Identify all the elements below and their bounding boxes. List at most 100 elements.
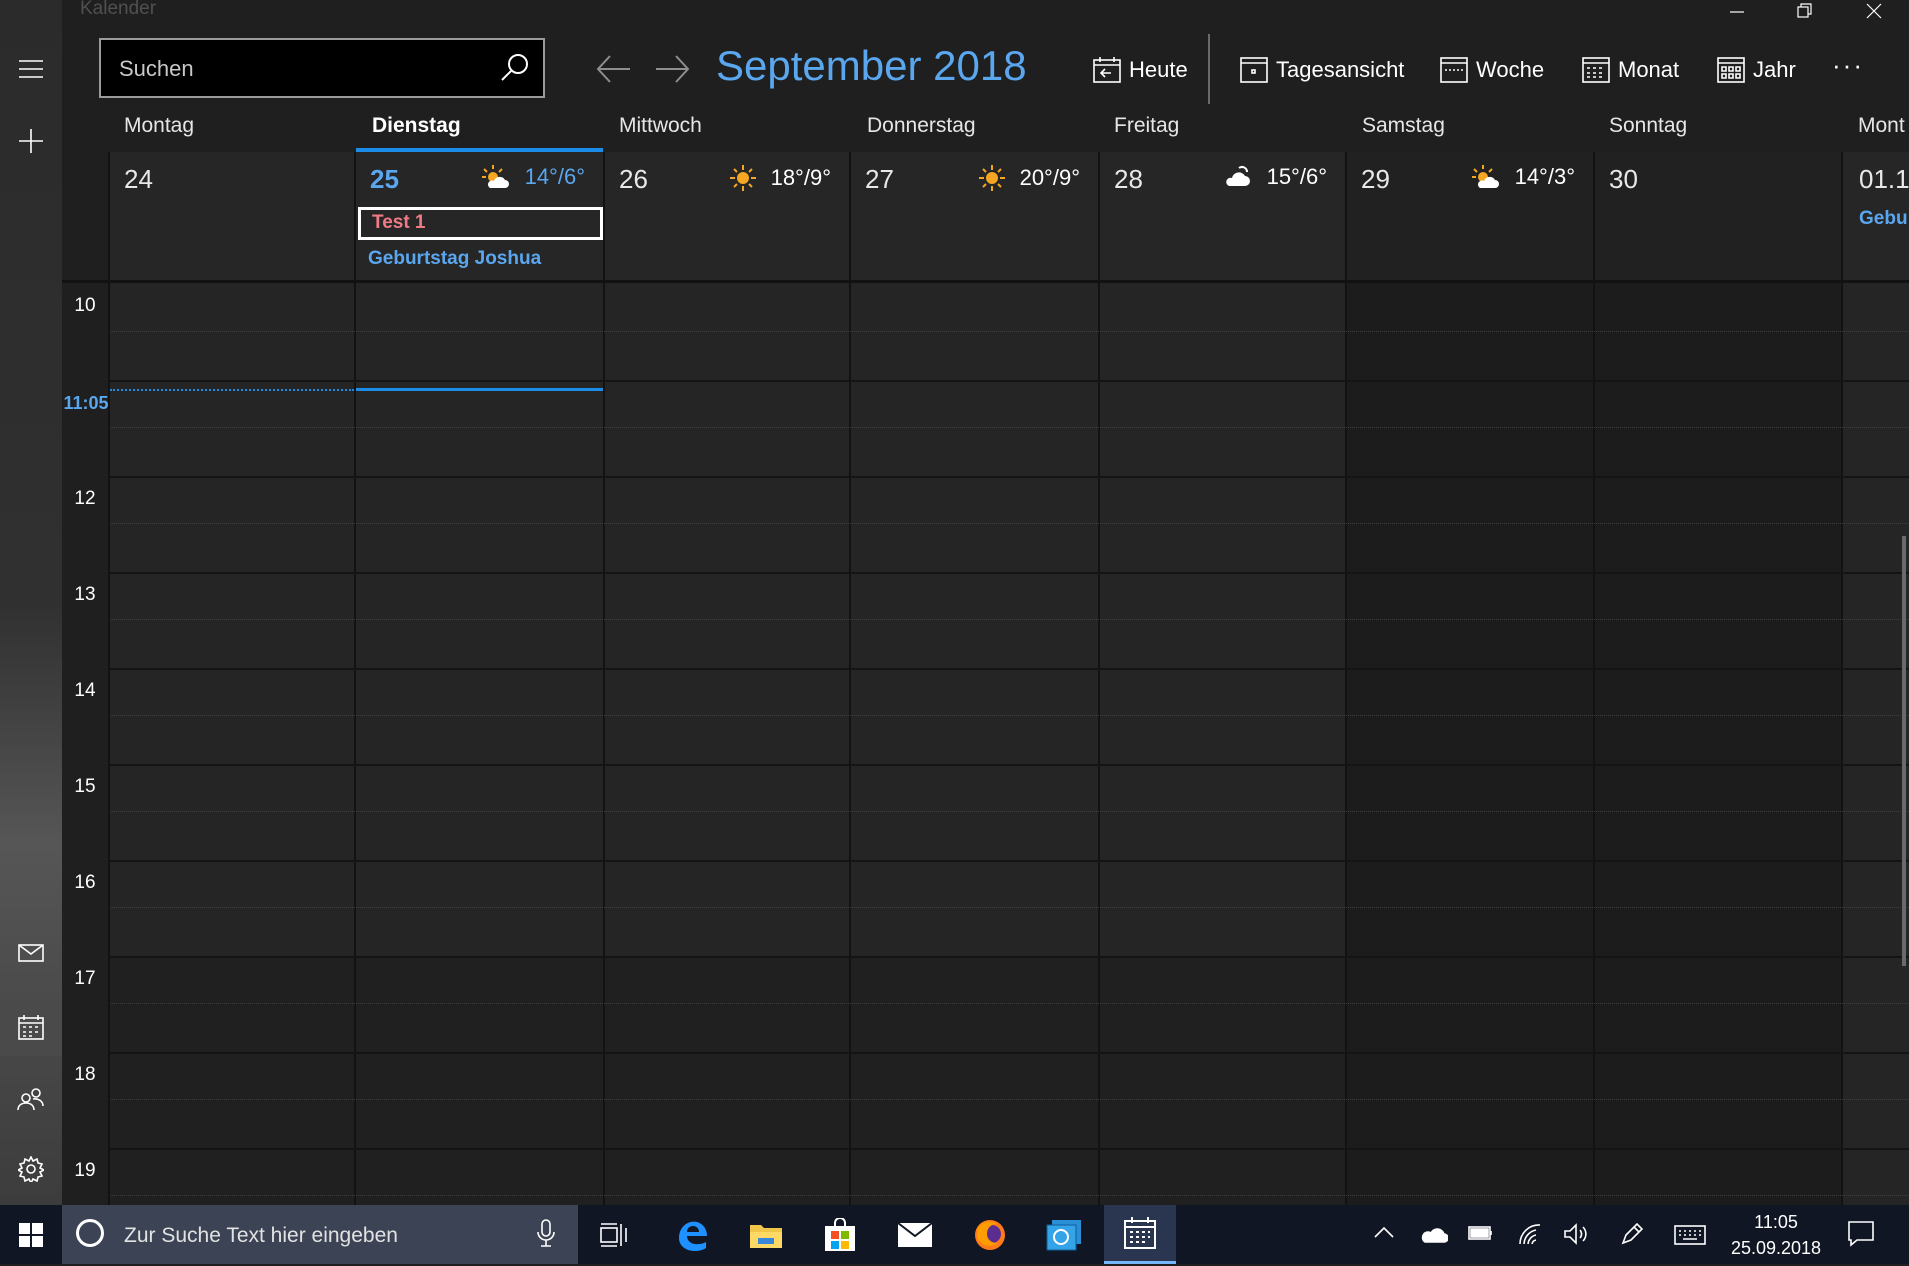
taskbar-clock[interactable]: 11:05 25.09.2018 [1716, 1209, 1836, 1261]
mail-nav-button[interactable] [0, 924, 62, 982]
day-number: 01.1 [1859, 164, 1909, 194]
day-view-icon [1240, 57, 1268, 83]
hour-line [110, 476, 1909, 478]
month-title[interactable]: September 2018 [716, 42, 1027, 90]
hour-line [110, 764, 1909, 766]
windows-logo-icon [19, 1222, 43, 1247]
today-button[interactable]: Heute [1093, 50, 1188, 90]
time-column-saturday[interactable] [1347, 282, 1593, 1205]
touch-keyboard-button[interactable] [1674, 1225, 1706, 1250]
onedrive-tray-button[interactable] [1420, 1225, 1449, 1248]
volume-tray-button[interactable] [1564, 1223, 1590, 1250]
day-number: 29 [1361, 164, 1390, 194]
time-column-sunday[interactable] [1595, 282, 1841, 1205]
week-view-button[interactable]: Woche [1440, 50, 1544, 90]
next-week-button[interactable] [652, 50, 692, 88]
day-cell-30[interactable]: 30 [1595, 152, 1841, 282]
settings-nav-button[interactable] [0, 1140, 62, 1198]
plus-icon [19, 129, 43, 153]
month-view-icon [1582, 57, 1610, 83]
microphone-icon[interactable] [536, 1219, 556, 1249]
notification-icon [1848, 1221, 1874, 1247]
month-view-button[interactable]: Monat [1582, 50, 1679, 90]
day-cell-24[interactable]: 24 [110, 152, 354, 282]
hour-line [110, 668, 1909, 670]
temperature: 18°/9° [770, 165, 831, 190]
day-cell-29[interactable]: 29 14°/3° [1347, 152, 1593, 282]
hour-line [110, 572, 1909, 574]
mail-app-button[interactable] [879, 1205, 951, 1264]
calendar-app-icon [1124, 1217, 1156, 1249]
battery-tray-button[interactable] [1468, 1226, 1494, 1245]
day-number: 30 [1609, 164, 1638, 194]
more-options-button[interactable]: ··· [1832, 50, 1864, 81]
day-header-saturday: Samstag [1362, 114, 1445, 137]
task-view-button[interactable] [578, 1205, 650, 1264]
close-button[interactable] [1839, 0, 1909, 22]
column-divider [849, 152, 851, 1205]
time-column-next-monday[interactable] [1843, 282, 1909, 1205]
start-button[interactable] [0, 1205, 62, 1264]
calendar-nav-button[interactable] [0, 998, 62, 1056]
firefox-icon [975, 1219, 1005, 1250]
firefox-app-button[interactable] [954, 1205, 1026, 1264]
event-birthday-partial[interactable]: Gebu [1859, 208, 1908, 230]
day-cell-25[interactable]: 25 14°/6° Test 1 Geburtstag Joshua [356, 152, 603, 282]
restore-button[interactable] [1770, 0, 1840, 22]
clock-time: 11:05 [1754, 1212, 1798, 1232]
hour-label: 19 [74, 1160, 96, 1181]
previous-week-button[interactable] [594, 50, 634, 88]
cortana-icon[interactable] [76, 1219, 104, 1247]
mail-envelope-icon [897, 1221, 933, 1247]
file-explorer-button[interactable] [730, 1205, 802, 1264]
today-button-label: Heute [1129, 57, 1188, 82]
calendar-app-button[interactable] [1104, 1205, 1176, 1264]
day-header-sunday: Sonntag [1609, 114, 1688, 137]
vertical-scrollbar[interactable] [1902, 536, 1906, 966]
half-hour-line [110, 1003, 1909, 1004]
edge-app-button[interactable] [656, 1205, 728, 1264]
store-app-button[interactable] [804, 1205, 876, 1264]
column-divider [1345, 152, 1347, 1205]
column-divider [1098, 152, 1100, 1205]
event-birthday-joshua[interactable]: Geburtstag Joshua [368, 248, 541, 270]
partly-cloudy-icon [481, 165, 509, 188]
hour-line [110, 380, 1909, 382]
year-view-button[interactable]: Jahr [1717, 50, 1796, 90]
year-view-label: Jahr [1753, 57, 1796, 82]
day-header-wednesday: Mittwoch [619, 114, 702, 137]
allday-gutter [62, 152, 110, 282]
pen-tray-button[interactable] [1620, 1222, 1644, 1251]
calendar-today-icon [1093, 57, 1121, 83]
show-hidden-icons-button[interactable] [1374, 1225, 1394, 1244]
day-view-button[interactable]: Tagesansicht [1240, 50, 1404, 90]
partly-cloudy-icon [1471, 165, 1499, 188]
day-cell-26[interactable]: 26 18°/9° [605, 152, 849, 282]
taskbar-search-input[interactable] [122, 1205, 506, 1266]
speaker-icon [1564, 1223, 1587, 1245]
hour-label: 13 [74, 584, 96, 605]
edge-browser-icon [679, 1221, 707, 1251]
network-tray-button[interactable] [1518, 1223, 1542, 1250]
new-event-button[interactable] [0, 112, 62, 170]
search-button[interactable] [499, 52, 531, 84]
day-cell-27[interactable]: 27 20°/9° [851, 152, 1098, 282]
hamburger-menu-button[interactable] [0, 40, 62, 98]
minimize-button[interactable] [1702, 0, 1772, 22]
day-cell-28[interactable]: 28 15°/6° [1100, 152, 1345, 282]
hour-label: 16 [74, 872, 96, 893]
day-cell-next-monday[interactable]: 01.1 Gebu [1843, 152, 1909, 282]
action-center-button[interactable] [1848, 1221, 1874, 1252]
people-nav-button[interactable] [0, 1070, 62, 1128]
column-divider [603, 152, 605, 1205]
hour-line [110, 860, 1909, 862]
day-header-next-monday: Mont [1858, 114, 1905, 137]
event-test-1[interactable]: Test 1 [358, 207, 603, 240]
half-hour-line [110, 619, 1909, 620]
column-divider [1593, 152, 1595, 1205]
cloud-sun-icon [1225, 166, 1250, 186]
sun-icon [729, 165, 756, 191]
photos-app-button[interactable] [1028, 1205, 1100, 1264]
weather-forecast: 14°/3° [1471, 164, 1575, 190]
search-input[interactable] [117, 40, 481, 98]
